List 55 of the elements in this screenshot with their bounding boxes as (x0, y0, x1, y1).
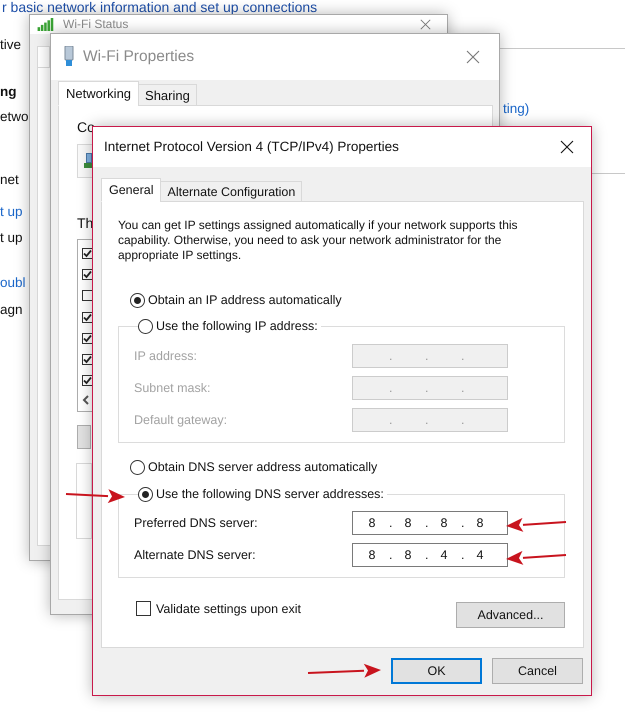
link[interactable]: ting) (503, 100, 530, 118)
checkbox[interactable] (82, 248, 93, 260)
close-icon (466, 50, 480, 64)
dns-address-field[interactable]: 8 . 8 . 4 . 4 (352, 543, 508, 567)
checkbox[interactable] (82, 290, 93, 302)
arrow (506, 550, 566, 565)
checkbox[interactable] (136, 601, 151, 616)
cancel-button[interactable]: Cancel (492, 658, 583, 684)
text: agn (0, 301, 23, 319)
network-adapter-icon (63, 46, 75, 68)
arrow (66, 489, 125, 504)
checkbox[interactable] (82, 332, 93, 344)
radio-button[interactable] (138, 486, 153, 502)
window-title: Wi-Fi Status (63, 17, 130, 32)
field-label: Default gateway: (134, 413, 228, 427)
radio-button[interactable] (130, 292, 145, 308)
advanced-button[interactable]: Advanced... (456, 602, 565, 628)
tab[interactable]: General (101, 178, 162, 202)
arrow (506, 518, 566, 532)
radio-label[interactable]: Use the following IP address: (156, 319, 318, 333)
network-adapter-icon (84, 153, 92, 169)
description-text: You can get IP settings assigned automatically if your network supports this capability. Otherwise, you need to ask your network administrator for the appropriate IP settings. (118, 218, 519, 263)
text: etwo (0, 108, 29, 126)
radio-label[interactable]: Obtain DNS server address automatically (148, 460, 378, 474)
link[interactable]: t up (0, 203, 23, 221)
checkbox[interactable] (82, 269, 93, 280)
text: ng (0, 83, 16, 101)
text: t up (0, 229, 23, 247)
field-label: Preferred DNS server: (134, 516, 259, 530)
tab[interactable]: Networking (58, 81, 140, 106)
checkbox[interactable] (82, 375, 93, 386)
field-label: IP address: (134, 349, 198, 363)
checkbox[interactable] (82, 354, 93, 366)
close-icon (560, 140, 574, 154)
close-icon (420, 18, 430, 30)
window-title: Wi-Fi Properties (83, 48, 196, 66)
dns-address-field[interactable]: 8 . 8 . 8 . 8 (352, 511, 508, 535)
link[interactable]: oubl (0, 274, 26, 292)
radio-button[interactable] (138, 318, 153, 334)
checkbox[interactable] (82, 312, 93, 323)
tab[interactable]: Alternate Configuration (160, 181, 302, 202)
radio-label[interactable]: Use the following DNS server addresses: (156, 487, 384, 501)
page-heading: r basic network information and set up connections (2, 0, 318, 14)
radio-label[interactable]: Obtain an IP address automatically (148, 293, 342, 307)
ok-button[interactable]: OK (391, 658, 482, 684)
field-label: Alternate DNS server: (134, 548, 257, 562)
tab[interactable]: Sharing (138, 84, 197, 106)
scroll-left-icon[interactable] (82, 395, 90, 406)
radio-button[interactable] (130, 460, 145, 474)
window-title: Internet Protocol Version 4 (TCP/IPv4) Properties (104, 138, 400, 156)
text: tive (0, 36, 22, 54)
text: net (0, 171, 19, 189)
field-label: Subnet mask: (134, 381, 212, 395)
signal-icon (37, 18, 55, 31)
checkbox-label[interactable]: Validate settings upon exit (156, 602, 302, 616)
